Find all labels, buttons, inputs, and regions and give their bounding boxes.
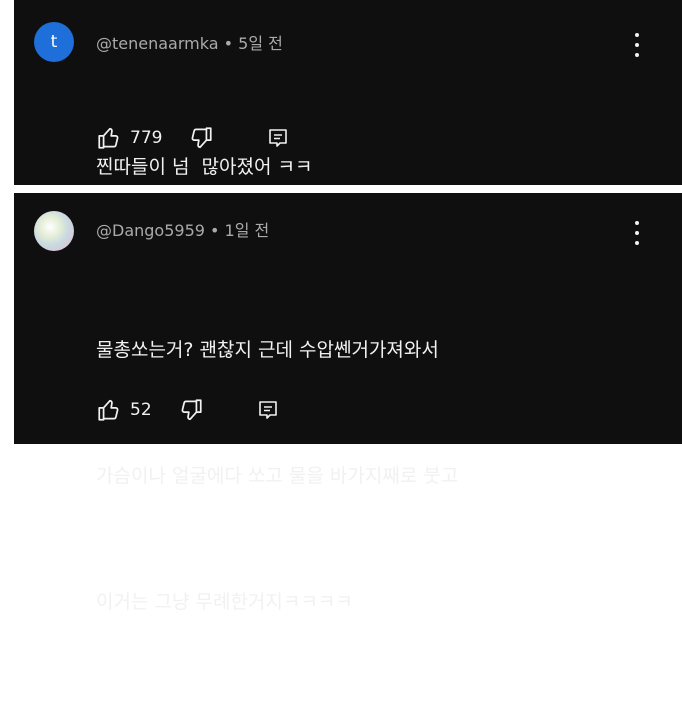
thumbs-down-icon	[181, 399, 202, 421]
comment-text-line: 물총쏘는거? 괜찮지 근데 수압쎈거가져와서	[96, 339, 439, 361]
like-count: 779	[130, 128, 163, 148]
comment-text-line: 찐따들이 넘 많아졌어 ㅋㅋ	[96, 156, 313, 178]
comment-text-line: 이거는 그냥 무례한거지ㅋㅋㅋㅋ	[96, 591, 353, 613]
comment-card: t @tenenaarmka • 5일 전 찐따들이 넘 많아졌어 ㅋㅋ 779	[14, 0, 682, 185]
comment-text-line: 가슴이나 얼굴에다 쏘고 물을 바가지째로 붓고	[96, 465, 459, 487]
comment-author-and-time[interactable]: @tenenaarmka • 5일 전	[96, 30, 283, 54]
like-button[interactable]	[96, 397, 122, 423]
thumbs-up-icon	[98, 399, 119, 421]
comment-actions: 52	[96, 396, 280, 424]
comment-author-and-time[interactable]: @Dango5959 • 1일 전	[96, 217, 269, 241]
thumbs-down-icon	[191, 127, 213, 149]
like-count: 52	[130, 400, 152, 420]
comment-text: 물총쏘는거? 괜찮지 근데 수압쎈거가져와서 가슴이나 얼굴에다 쏘고 물을 바…	[96, 245, 458, 707]
avatar[interactable]	[34, 211, 74, 251]
reply-button[interactable]	[266, 126, 290, 150]
reply-comment-icon	[269, 129, 288, 147]
reply-button[interactable]	[256, 398, 280, 422]
comment-card: @Dango5959 • 1일 전 물총쏘는거? 괜찮지 근데 수압쎈거가져와서…	[14, 193, 682, 613]
reply-comment-icon	[258, 401, 277, 419]
dislike-button[interactable]	[178, 397, 204, 423]
dislike-button[interactable]	[188, 125, 214, 151]
more-vertical-icon[interactable]	[630, 33, 644, 57]
comment-actions: 779	[96, 124, 290, 152]
more-vertical-icon[interactable]	[630, 221, 644, 245]
avatar[interactable]: t	[34, 22, 74, 62]
thumbs-up-icon	[98, 127, 119, 149]
like-button[interactable]	[96, 125, 122, 151]
